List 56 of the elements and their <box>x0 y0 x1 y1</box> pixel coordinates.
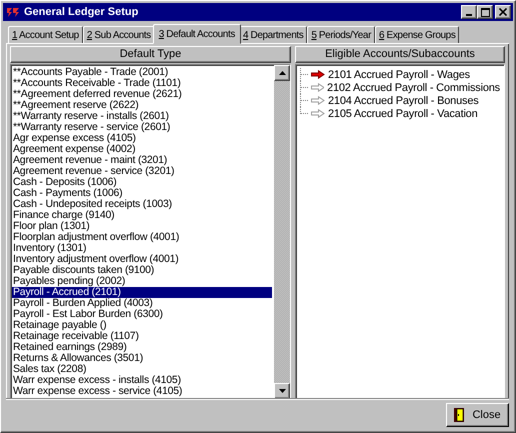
window-title: General Ledger Setup <box>24 6 140 18</box>
tree-item[interactable]: 2101 Accrued Payroll - Wages <box>328 68 470 80</box>
list-item[interactable]: Warr expense excess - installs (4105) <box>12 375 272 386</box>
scroll-down-button[interactable] <box>274 383 290 399</box>
list-item[interactable]: Inventory adjustment overflow (4001) <box>12 254 272 265</box>
close-icon <box>499 8 507 16</box>
up-arrow-icon <box>278 71 286 75</box>
door-icon <box>454 408 464 422</box>
tree-item[interactable]: 2104 Accrued Payroll - Bonuses <box>328 94 479 106</box>
minimize-button[interactable] <box>461 5 477 19</box>
down-arrow-icon <box>278 389 286 393</box>
list-item[interactable]: Payroll - Burden Applied (4003) <box>12 298 272 309</box>
list-item[interactable]: Agreement expense (4002) <box>12 144 272 155</box>
tab[interactable]: 3 Default Accounts <box>152 24 241 44</box>
column-header[interactable]: Default Type <box>10 46 291 63</box>
list-item[interactable]: Sales tax (2208) <box>12 364 272 375</box>
list-item[interactable]: **Agreement reserve (2622) <box>12 100 272 111</box>
tab[interactable]: 5 Periods/Year <box>307 26 375 43</box>
list-item[interactable]: Payables pending (2002) <box>12 276 272 287</box>
list-item[interactable]: Agreement revenue - service (3201) <box>12 166 272 177</box>
list-item[interactable]: Cash - Undeposited receipts (1003) <box>12 199 272 210</box>
list-item[interactable]: Floorplan adjustment overflow (4001) <box>12 232 272 243</box>
list-item[interactable]: Cash - Deposits (1006) <box>12 177 272 188</box>
maximize-icon <box>480 8 490 16</box>
scroll-up-button[interactable] <box>274 65 290 81</box>
tab[interactable]: 4 Departments <box>238 26 308 43</box>
list-item[interactable]: **Accounts Payable - Trade (2001) <box>12 67 272 78</box>
tree-item[interactable]: 2102 Accrued Payroll - Commissions <box>327 82 500 94</box>
list-item[interactable]: Retainage payable () <box>12 320 272 331</box>
list-item[interactable]: Agreement revenue - maint (3201) <box>12 155 272 166</box>
tree-item[interactable]: 2105 Accrued Payroll - Vacation <box>328 108 478 120</box>
list-item[interactable]: **Warranty reserve - service (2601) <box>12 122 272 133</box>
scrollbar[interactable] <box>274 65 290 399</box>
close-button[interactable]: Close <box>446 402 509 426</box>
list-item[interactable]: Retained earnings (2989) <box>12 342 272 353</box>
list-item[interactable]: Returns & Allowances (3501) <box>12 353 272 364</box>
column-header[interactable]: Eligible Accounts/Subaccounts <box>295 46 505 63</box>
close-button[interactable] <box>495 5 511 19</box>
list-item[interactable]: Retainage receivable (1107) <box>12 331 272 342</box>
list-item[interactable]: Floor plan (1301) <box>12 221 272 232</box>
list-item[interactable]: Finance charge (9140) <box>12 210 272 221</box>
list-item[interactable]: **Warranty reserve - installs (2601) <box>12 111 272 122</box>
list-item[interactable]: Payroll - Est Labor Burden (6300) <box>12 309 272 320</box>
list-item[interactable]: Payable discounts taken (9100) <box>12 265 272 276</box>
list-item[interactable]: Agr expense excess (4105) <box>12 133 272 144</box>
list-item[interactable]: Cash - Payments (1006) <box>12 188 272 199</box>
app-icon <box>6 6 20 18</box>
list-item[interactable]: Inventory (1301) <box>12 243 272 254</box>
maximize-button[interactable] <box>477 5 493 19</box>
list-item[interactable]: **Agreement deferred revenue (2621) <box>12 89 272 100</box>
list-item[interactable]: Payroll - Accrued (2101) <box>12 287 272 298</box>
tab[interactable]: 2 Sub Accounts <box>82 26 155 43</box>
tab[interactable]: 1 Account Setup <box>8 26 83 43</box>
list-item[interactable]: Warr expense excess - service (4105) <box>12 386 272 397</box>
list-item[interactable]: **Accounts Receivable - Trade (1101) <box>12 78 272 89</box>
tab[interactable]: 6 Expense Groups <box>375 26 460 43</box>
